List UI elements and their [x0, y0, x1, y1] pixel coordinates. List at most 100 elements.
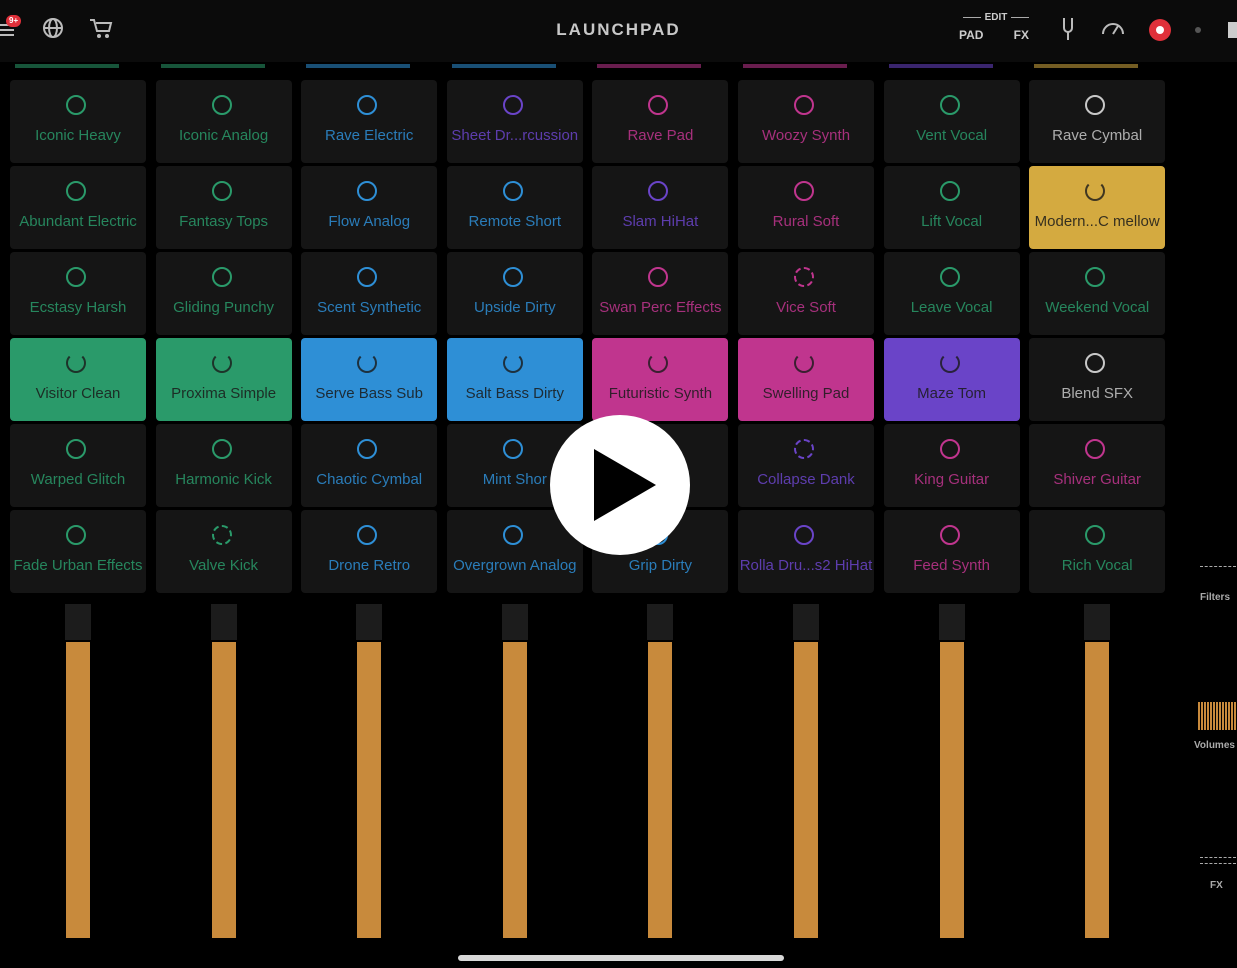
channel-fader[interactable] [63, 604, 93, 938]
pad-ring-icon [357, 439, 378, 459]
fader-cap[interactable] [938, 604, 965, 640]
pad[interactable]: Collapse Dank [738, 424, 874, 507]
pad-label: Leave Vocal [910, 299, 993, 316]
pad[interactable]: Vent Vocal [883, 80, 1020, 163]
pad[interactable]: Rave Pad [592, 80, 729, 163]
column-stripe [15, 64, 119, 68]
pad-ring-icon [211, 181, 232, 201]
pad[interactable]: Shiver Guitar [1029, 424, 1166, 507]
fader-fill [357, 642, 382, 938]
pad[interactable]: Swelling Pad [738, 338, 874, 421]
pad[interactable]: Rolla Dru...s2 HiHat [738, 510, 874, 593]
channel-fader[interactable] [500, 604, 530, 938]
pad[interactable]: Ecstasy Harsh [10, 252, 146, 335]
pad[interactable]: Salt Bass Dirty [446, 338, 583, 421]
fader-cap[interactable] [210, 604, 237, 640]
volumes-label[interactable]: Volumes [1194, 740, 1235, 751]
fader-cap[interactable] [65, 604, 91, 640]
pad[interactable]: Upside Dirty [446, 252, 583, 335]
play-icon [594, 449, 656, 521]
channel-fader[interactable] [937, 604, 967, 938]
column-stripe [743, 64, 847, 68]
fader-cap[interactable] [501, 604, 528, 640]
pad[interactable]: Maze Tom [883, 338, 1020, 421]
pad-ring-icon [66, 439, 86, 459]
pad-label: Rave Pad [627, 127, 694, 144]
pad-mode-button[interactable]: PAD [959, 28, 983, 42]
pad[interactable]: Remote Short [446, 166, 583, 249]
pad-ring-icon [648, 267, 669, 287]
pad[interactable]: Swan Perc Effects [592, 252, 729, 335]
fx-mode-button[interactable]: FX [1014, 28, 1029, 42]
channel-fader[interactable] [791, 604, 821, 938]
pad[interactable]: Flow Analog [301, 166, 438, 249]
pad[interactable]: Rave Cymbal [1029, 80, 1166, 163]
pad[interactable]: King Guitar [883, 424, 1020, 507]
pad[interactable]: Scent Synthetic [301, 252, 438, 335]
pad[interactable]: Iconic Analog [155, 80, 292, 163]
pad-label: Swelling Pad [762, 385, 850, 402]
pad[interactable]: Sheet Dr...rcussion [446, 80, 583, 163]
pad[interactable]: Warped Glitch [10, 424, 146, 507]
mode-switch[interactable]: EDIT PAD FX [955, 12, 1037, 48]
panel-toggle[interactable] [1228, 22, 1237, 38]
tuning-fork-icon[interactable] [1058, 16, 1084, 42]
home-indicator[interactable] [458, 955, 784, 961]
pad-label: Fade Urban Effects [13, 557, 143, 574]
channel-fader[interactable] [645, 604, 675, 938]
pad[interactable]: Gliding Punchy [155, 252, 292, 335]
pad-label: Harmonic Kick [175, 471, 272, 488]
pad-label: Serve Bass Sub [315, 385, 423, 402]
fader-cap[interactable] [793, 604, 819, 640]
pad[interactable]: Harmonic Kick [155, 424, 292, 507]
pad-label: Fantasy Tops [179, 213, 269, 230]
pad[interactable]: Modern...C mellow [1029, 166, 1166, 249]
pad[interactable]: Woozy Synth [738, 80, 874, 163]
pad-ring-icon [211, 439, 232, 459]
pad-label: Flow Analog [328, 213, 411, 230]
pad[interactable]: Blend SFX [1029, 338, 1166, 421]
pad[interactable]: Leave Vocal [883, 252, 1020, 335]
pad[interactable]: Weekend Vocal [1029, 252, 1166, 335]
pad-label: Valve Kick [189, 557, 259, 574]
pad-label: Drone Retro [328, 557, 411, 574]
pad[interactable]: Rural Soft [738, 166, 874, 249]
pad[interactable]: Valve Kick [155, 510, 292, 593]
pad[interactable]: Lift Vocal [883, 166, 1020, 249]
pad[interactable]: Drone Retro [301, 510, 438, 593]
column-stripe [160, 64, 265, 68]
fader-cap[interactable] [647, 604, 674, 640]
pad-label: Rich Vocal [1061, 557, 1133, 574]
pad[interactable]: Visitor Clean [10, 338, 146, 421]
pad-label: Visitor Clean [35, 385, 121, 402]
fader-cap[interactable] [1084, 604, 1111, 640]
pad[interactable]: Rich Vocal [1029, 510, 1166, 593]
record-button[interactable] [1149, 19, 1171, 41]
pad[interactable]: Futuristic Synth [592, 338, 729, 421]
pad[interactable]: Vice Soft [738, 252, 874, 335]
fader-cap[interactable] [356, 604, 383, 640]
filters-label[interactable]: Filters [1200, 592, 1230, 603]
pad[interactable]: Feed Synth [883, 510, 1020, 593]
pad[interactable]: Iconic Heavy [10, 80, 146, 163]
pad[interactable]: Slam HiHat [592, 166, 729, 249]
pad-label: Slam HiHat [622, 213, 699, 230]
channel-fader[interactable] [1082, 604, 1112, 938]
pad-ring-icon [502, 181, 523, 201]
pad[interactable]: Fade Urban Effects [10, 510, 146, 593]
pad[interactable]: Proxima Simple [155, 338, 292, 421]
play-button[interactable] [550, 415, 690, 555]
gauge-icon[interactable] [1100, 16, 1126, 42]
pad[interactable]: Rave Electric [301, 80, 438, 163]
fx-label[interactable]: FX [1210, 880, 1223, 891]
fader-fill [66, 642, 90, 938]
pad[interactable]: Serve Bass Sub [301, 338, 438, 421]
pad[interactable]: Chaotic Cymbal [301, 424, 438, 507]
pad-ring-icon [211, 267, 232, 287]
pad-ring-icon [939, 95, 960, 115]
pad[interactable]: Fantasy Tops [155, 166, 292, 249]
channel-fader[interactable] [209, 604, 239, 938]
pad-label: Feed Synth [913, 557, 990, 574]
pad[interactable]: Abundant Electric [10, 166, 146, 249]
channel-fader[interactable] [354, 604, 384, 938]
